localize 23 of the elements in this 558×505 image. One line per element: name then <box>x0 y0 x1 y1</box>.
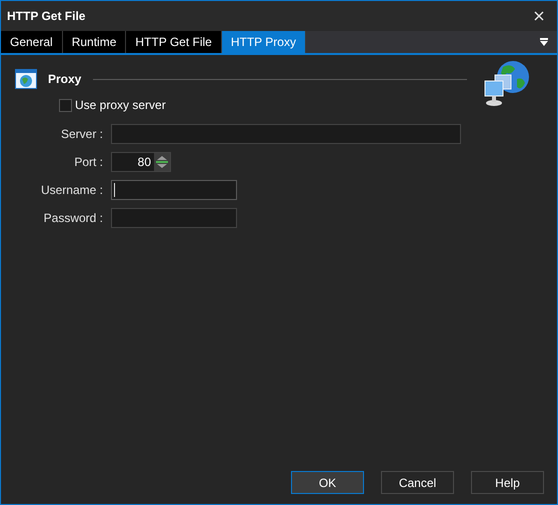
input-field[interactable] <box>111 180 237 200</box>
section-title: Proxy <box>48 71 82 88</box>
window-title: HTTP Get File <box>7 8 86 25</box>
checkbox[interactable] <box>59 98 72 112</box>
input-field[interactable] <box>111 208 237 228</box>
dialog-button[interactable]: Cancel <box>381 471 454 494</box>
dropdown-icon[interactable] <box>539 37 549 47</box>
tab[interactable]: HTTP Proxy <box>222 31 306 53</box>
tab[interactable]: General <box>1 31 63 53</box>
field-label: Server : <box>60 126 104 143</box>
dialog-button[interactable]: OK <box>291 471 364 494</box>
checkbox-label: Use proxy server <box>75 97 166 114</box>
field-label: Port : <box>73 154 104 171</box>
port-spinner[interactable]: 80 <box>111 152 171 172</box>
tab[interactable]: HTTP Get File <box>126 31 222 53</box>
input-field[interactable] <box>111 124 461 144</box>
browser-window-icon <box>15 69 37 89</box>
tab[interactable]: Runtime <box>62 31 126 53</box>
dialog-button[interactable]: Help <box>471 471 544 494</box>
close-icon[interactable] <box>534 11 544 21</box>
field-label: Username : <box>40 182 104 199</box>
spin-arrows-icon[interactable] <box>154 153 170 171</box>
field-label: Password : <box>42 210 104 227</box>
